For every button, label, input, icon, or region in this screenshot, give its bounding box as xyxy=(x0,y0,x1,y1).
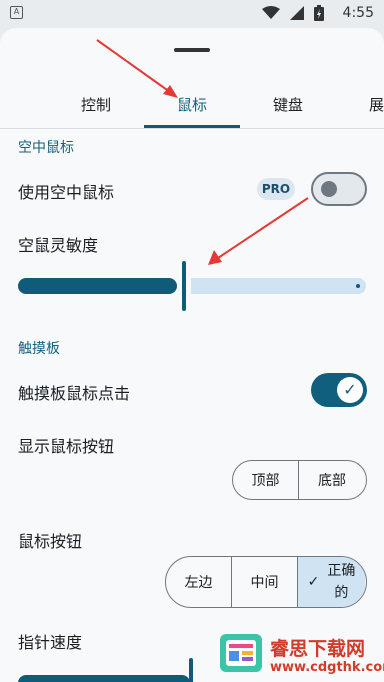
touchpad-click-toggle[interactable]: ✓ xyxy=(311,373,367,407)
pointer-speed-label: 指针速度 xyxy=(18,633,83,652)
position-bottom-option[interactable]: 底部 xyxy=(299,461,365,499)
pro-badge: PRO xyxy=(257,178,295,200)
status-bar: A 4:55 xyxy=(0,0,384,28)
toggle-knob xyxy=(321,181,337,197)
tab-more[interactable]: 展 xyxy=(369,94,384,115)
watermark-url: www.cdgthk.com xyxy=(270,660,384,675)
touchpad-click-label: 触摸板鼠标点击 xyxy=(18,384,131,403)
section-title-touchpad: 触摸板 xyxy=(18,341,60,357)
tab-divider xyxy=(0,128,384,129)
button-left-option[interactable]: 左边 xyxy=(166,557,232,607)
use-air-mouse-label: 使用空中鼠标 xyxy=(18,183,115,202)
slider-end-dot xyxy=(356,284,360,288)
check-icon: ✓ xyxy=(307,574,320,590)
tab-control[interactable]: 控制 xyxy=(81,94,111,115)
button-middle-option[interactable]: 中间 xyxy=(232,557,298,607)
tab-bar: 控制 鼠标 键盘 展 xyxy=(0,88,384,128)
tab-mouse[interactable]: 鼠标 xyxy=(177,94,207,115)
section-title-air-mouse: 空中鼠标 xyxy=(18,140,74,156)
button-right-label: 正确的 xyxy=(327,563,356,601)
watermark: 睿思下载网 www.cdgthk.com xyxy=(218,630,384,682)
watermark-logo-icon xyxy=(220,634,262,672)
show-buttons-label: 显示鼠标按钮 xyxy=(18,437,115,456)
watermark-title: 睿思下载网 xyxy=(270,638,366,660)
sensitivity-label: 空鼠灵敏度 xyxy=(18,236,99,255)
air-mouse-toggle[interactable] xyxy=(311,172,367,206)
settings-sheet: 控制 鼠标 键盘 展 空中鼠标 使用空中鼠标 PRO 空鼠灵敏度 触摸板 触摸板… xyxy=(0,28,384,682)
app-notification-icon: A xyxy=(10,6,23,19)
clock: 4:55 xyxy=(342,5,374,21)
wifi-icon xyxy=(262,6,280,19)
slider-thumb[interactable] xyxy=(182,261,186,311)
slider-remaining-track xyxy=(191,278,366,294)
mouse-button-selector: 左边 中间 ✓ 正确的 xyxy=(165,556,367,608)
drag-handle[interactable] xyxy=(174,48,210,52)
position-top-option[interactable]: 顶部 xyxy=(233,461,299,499)
mouse-buttons-label: 鼠标按钮 xyxy=(18,532,83,551)
pointer-speed-filled-track xyxy=(18,675,190,682)
button-position-selector: 顶部 底部 xyxy=(232,460,367,500)
button-right-option[interactable]: ✓ 正确的 xyxy=(298,557,365,607)
signal-icon xyxy=(290,6,304,20)
check-icon: ✓ xyxy=(337,377,363,403)
slider-filled-track xyxy=(18,278,177,294)
status-icons xyxy=(262,5,324,21)
tab-keyboard[interactable]: 键盘 xyxy=(273,94,303,115)
pointer-speed-thumb[interactable] xyxy=(189,658,193,682)
battery-icon xyxy=(314,5,324,21)
sensitivity-slider[interactable] xyxy=(18,261,366,311)
